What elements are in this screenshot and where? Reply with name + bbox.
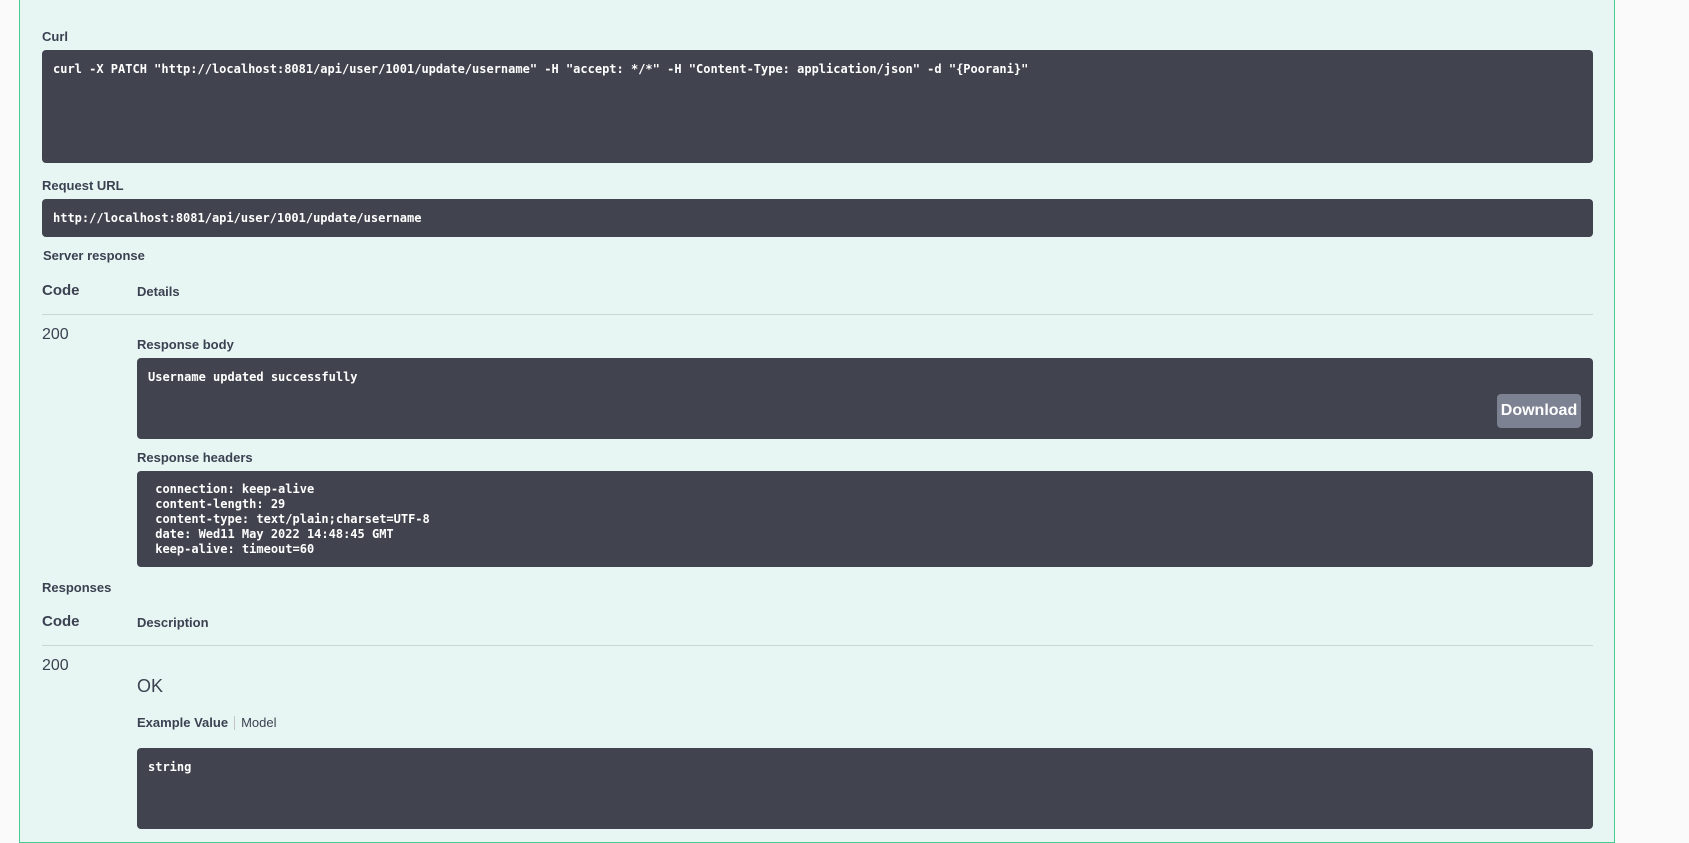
download-button[interactable]: Download <box>1497 394 1581 428</box>
request-url-label: Request URL <box>42 178 124 193</box>
server-response-status-code: 200 <box>42 326 69 343</box>
response-body-label: Response body <box>137 337 234 352</box>
response-headers-label: Response headers <box>137 450 253 465</box>
response-headers-text: connection: keep-alive content-length: 2… <box>155 482 430 556</box>
server-response-code-header: Code <box>42 282 80 299</box>
curl-command-text: curl -X PATCH "http://localhost:8081/api… <box>53 62 1029 76</box>
example-model-tabs: Example Value Model <box>137 714 276 732</box>
responses-status-code: 200 <box>42 657 69 674</box>
responses-heading: Responses <box>42 580 112 595</box>
server-response-divider <box>42 314 1593 315</box>
tab-model[interactable]: Model <box>241 715 276 730</box>
request-url-box[interactable]: http://localhost:8081/api/user/1001/upda… <box>42 199 1593 237</box>
server-response-details-header: Details <box>137 284 180 299</box>
response-body-text: Username updated successfully <box>148 370 358 384</box>
example-value-text: string <box>148 760 192 774</box>
curl-label: Curl <box>42 29 68 44</box>
server-response-heading: Server response <box>43 248 145 263</box>
example-value-box[interactable]: string <box>137 748 1593 829</box>
response-description: OK <box>137 676 164 696</box>
responses-code-header: Code <box>42 613 80 630</box>
response-headers-box[interactable]: connection: keep-alive content-length: 2… <box>137 471 1593 567</box>
response-body-box[interactable]: Username updated successfully <box>137 358 1593 439</box>
tab-separator <box>234 715 236 730</box>
tab-example-value[interactable]: Example Value <box>137 715 228 730</box>
curl-command-box[interactable]: curl -X PATCH "http://localhost:8081/api… <box>42 50 1593 163</box>
responses-divider <box>42 645 1593 646</box>
responses-description-header: Description <box>137 615 209 630</box>
request-url-text: http://localhost:8081/api/user/1001/upda… <box>53 211 422 225</box>
